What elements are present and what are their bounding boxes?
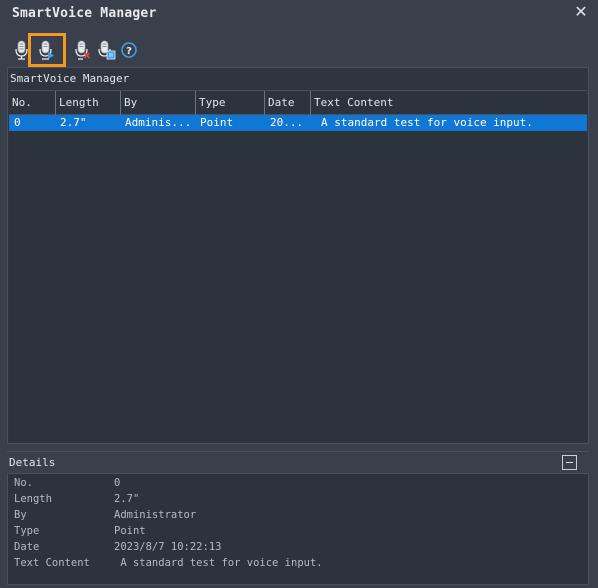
detail-label: No. — [14, 477, 33, 489]
column-header-type[interactable]: Type — [196, 91, 265, 115]
voice-list-panel: SmartVoice Manager No. Length By Type Da… — [7, 67, 589, 444]
cell-text-content: A standard test for voice input. — [321, 116, 533, 129]
column-header-no[interactable]: No. — [9, 91, 56, 115]
close-button[interactable]: ✕ — [572, 2, 590, 22]
cell-type: Point — [200, 116, 234, 129]
export-voice-button[interactable] — [96, 38, 116, 62]
delete-voice-icon — [75, 40, 91, 60]
detail-row-text-content: Text Content A standard test for voice i… — [8, 557, 588, 573]
detail-label: By — [14, 509, 27, 521]
cell-length: 2.7" — [60, 116, 87, 129]
window-title: SmartVoice Manager — [12, 6, 157, 21]
detail-row-length: Length 2.7" — [8, 493, 588, 509]
cell-no: 0 — [14, 116, 21, 129]
collapse-details-button[interactable] — [562, 455, 577, 470]
help-icon: ? — [121, 42, 137, 58]
detail-value: 2.7" — [114, 493, 140, 505]
detail-label: Date — [14, 541, 40, 553]
grid-header: No. Length By Type Date Text Content — [9, 91, 587, 115]
cell-date: 20... — [270, 116, 304, 129]
svg-text:?: ? — [126, 46, 132, 57]
play-voice-icon — [39, 40, 54, 60]
title-bar: SmartVoice Manager ✕ — [0, 0, 598, 30]
detail-row-no: No. 0 — [8, 477, 588, 493]
delete-voice-button[interactable] — [72, 38, 92, 62]
export-voice-icon — [98, 40, 116, 60]
detail-row-by: By Administrator — [8, 509, 588, 525]
detail-value: A standard test for voice input. — [114, 557, 323, 569]
help-button[interactable]: ? — [120, 38, 140, 62]
column-header-by[interactable]: By — [121, 91, 196, 115]
detail-value: 2023/8/7 10:22:13 — [114, 541, 222, 553]
cell-by: Adminis... — [125, 116, 192, 129]
detail-label: Length — [14, 493, 52, 505]
record-voice-icon — [15, 40, 28, 60]
column-header-length[interactable]: Length — [56, 91, 121, 115]
column-header-date[interactable]: Date — [265, 91, 311, 115]
play-voice-button[interactable] — [36, 38, 56, 62]
details-header: Details — [7, 451, 589, 473]
detail-value: Point — [114, 525, 146, 537]
detail-label: Type — [14, 525, 40, 537]
detail-value: Administrator — [114, 509, 197, 521]
toolbar: ? — [8, 36, 208, 64]
detail-row-type: Type Point — [8, 525, 588, 541]
detail-label: Text Content — [14, 557, 90, 569]
panel-title: SmartVoice Manager — [10, 72, 130, 85]
close-icon: ✕ — [574, 2, 588, 21]
detail-value: 0 — [114, 477, 121, 489]
column-header-text-content[interactable]: Text Content — [311, 91, 587, 115]
record-voice-button[interactable] — [12, 38, 32, 62]
table-row[interactable]: 0 2.7" Adminis... Point 20... A standard… — [9, 115, 587, 131]
details-panel: No. 0 Length 2.7" By Administrator Type … — [7, 473, 589, 585]
details-title: Details — [9, 456, 56, 469]
voice-grid: No. Length By Type Date Text Content 0 2… — [9, 90, 587, 442]
detail-row-date: Date 2023/8/7 10:22:13 — [8, 541, 588, 557]
